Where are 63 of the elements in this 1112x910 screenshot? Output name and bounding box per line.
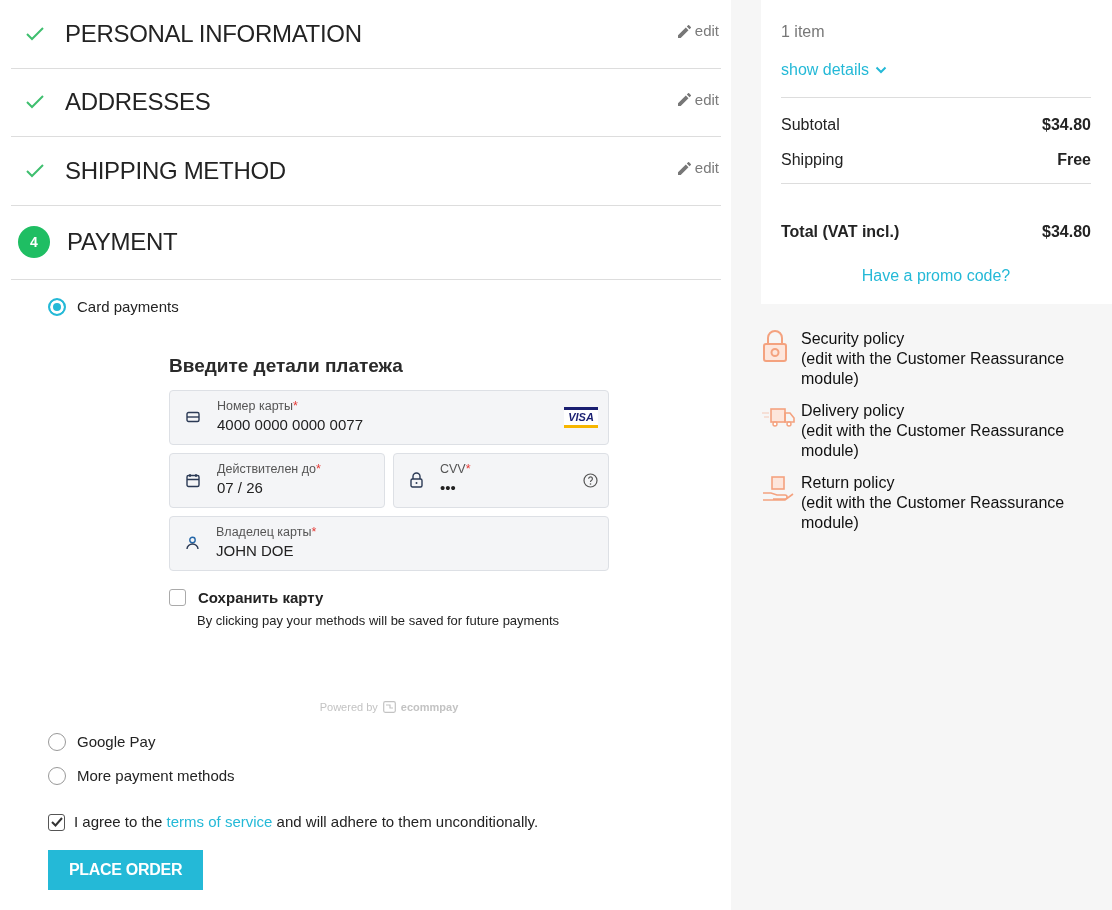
card-brand-logo: VISA	[564, 406, 598, 428]
hand-with-box-icon	[761, 473, 795, 503]
field-value: 4000 0000 0000 0077	[217, 415, 364, 435]
step-number-badge: 4	[18, 226, 50, 258]
save-card-note: By clicking pay your methods will be saved for future payments	[197, 612, 560, 630]
field-label: Номер карты*	[217, 399, 299, 414]
summary-label: Shipping	[781, 150, 844, 170]
edit-link[interactable]: edit	[677, 88, 719, 111]
radio-button[interactable]	[48, 297, 66, 316]
check-icon	[25, 25, 45, 42]
step-title: PAYMENT	[67, 227, 178, 257]
policy-title: Return policy	[801, 473, 896, 493]
policy-note: (edit with the Customer Reassurance module)	[801, 421, 1066, 461]
check-icon	[25, 162, 45, 179]
edit-link[interactable]: edit	[677, 157, 719, 180]
summary-value: $34.80	[1042, 115, 1091, 135]
policy-note: (edit with the Customer Reassurance module)	[801, 349, 1066, 389]
check-icon	[25, 94, 45, 111]
step-title: PERSONAL INFORMATION	[65, 18, 362, 49]
checkbox[interactable]	[48, 813, 65, 831]
input-field[interactable]: Действителен до* 07 / 26	[169, 452, 385, 508]
payment-method-label[interactable]: Card payments	[77, 295, 179, 318]
lock-icon	[410, 472, 423, 488]
pencil-icon	[677, 24, 691, 38]
field-value: •••	[440, 478, 457, 498]
radio-button[interactable]	[48, 766, 66, 785]
person-icon	[186, 536, 199, 550]
summary-label: Subtotal	[781, 115, 840, 135]
terms-text: I agree to the terms of service and will adhere to them unconditionally.	[74, 812, 539, 832]
field-value: JOHN DOE	[216, 541, 295, 561]
step-title: SHIPPING METHOD	[65, 155, 286, 186]
policy-note: (edit with the Customer Reassurance module)	[801, 493, 1066, 533]
input-field[interactable]: Владелец карты* JOHN DOE	[169, 515, 609, 571]
input-field[interactable]: CVV* •••	[393, 452, 609, 508]
field-label: Владелец карты*	[216, 525, 318, 540]
radio-button[interactable]	[48, 733, 66, 752]
card-icon	[186, 411, 200, 423]
payment-method-label[interactable]: More payment methods	[77, 764, 235, 787]
padlock-icon	[761, 329, 789, 363]
pencil-icon	[677, 161, 691, 175]
save-card-label[interactable]: Сохранить карту	[198, 586, 324, 609]
total-label: Total (VAT incl.)	[781, 222, 900, 242]
field-label: CVV*	[440, 462, 472, 477]
calendar-icon	[186, 472, 200, 488]
field-label: Действителен до*	[217, 462, 322, 477]
provider-logo-icon	[382, 700, 396, 713]
policy-title: Delivery policy	[801, 401, 906, 421]
input-field[interactable]: Номер карты* 4000 0000 0000 0077 VISA	[169, 389, 609, 445]
chevron-down-icon	[875, 66, 888, 74]
form-heading: Введите детали платежа	[169, 354, 404, 378]
checkbox[interactable]	[169, 589, 186, 607]
edit-link[interactable]: edit	[677, 20, 719, 43]
step-title: ADDRESSES	[65, 87, 211, 118]
payment-method-label[interactable]: Google Pay	[77, 731, 156, 754]
help-icon[interactable]	[583, 472, 598, 488]
provider-name: ecommpay	[400, 699, 459, 715]
powered-by-text: Powered by	[319, 699, 378, 715]
item-count: 1 item	[781, 22, 826, 42]
summary-value: Free	[1057, 150, 1091, 170]
total-value: $34.80	[1042, 222, 1091, 242]
field-value: 07 / 26	[217, 478, 264, 498]
pencil-icon	[677, 93, 691, 107]
policy-title: Security policy	[801, 329, 906, 349]
